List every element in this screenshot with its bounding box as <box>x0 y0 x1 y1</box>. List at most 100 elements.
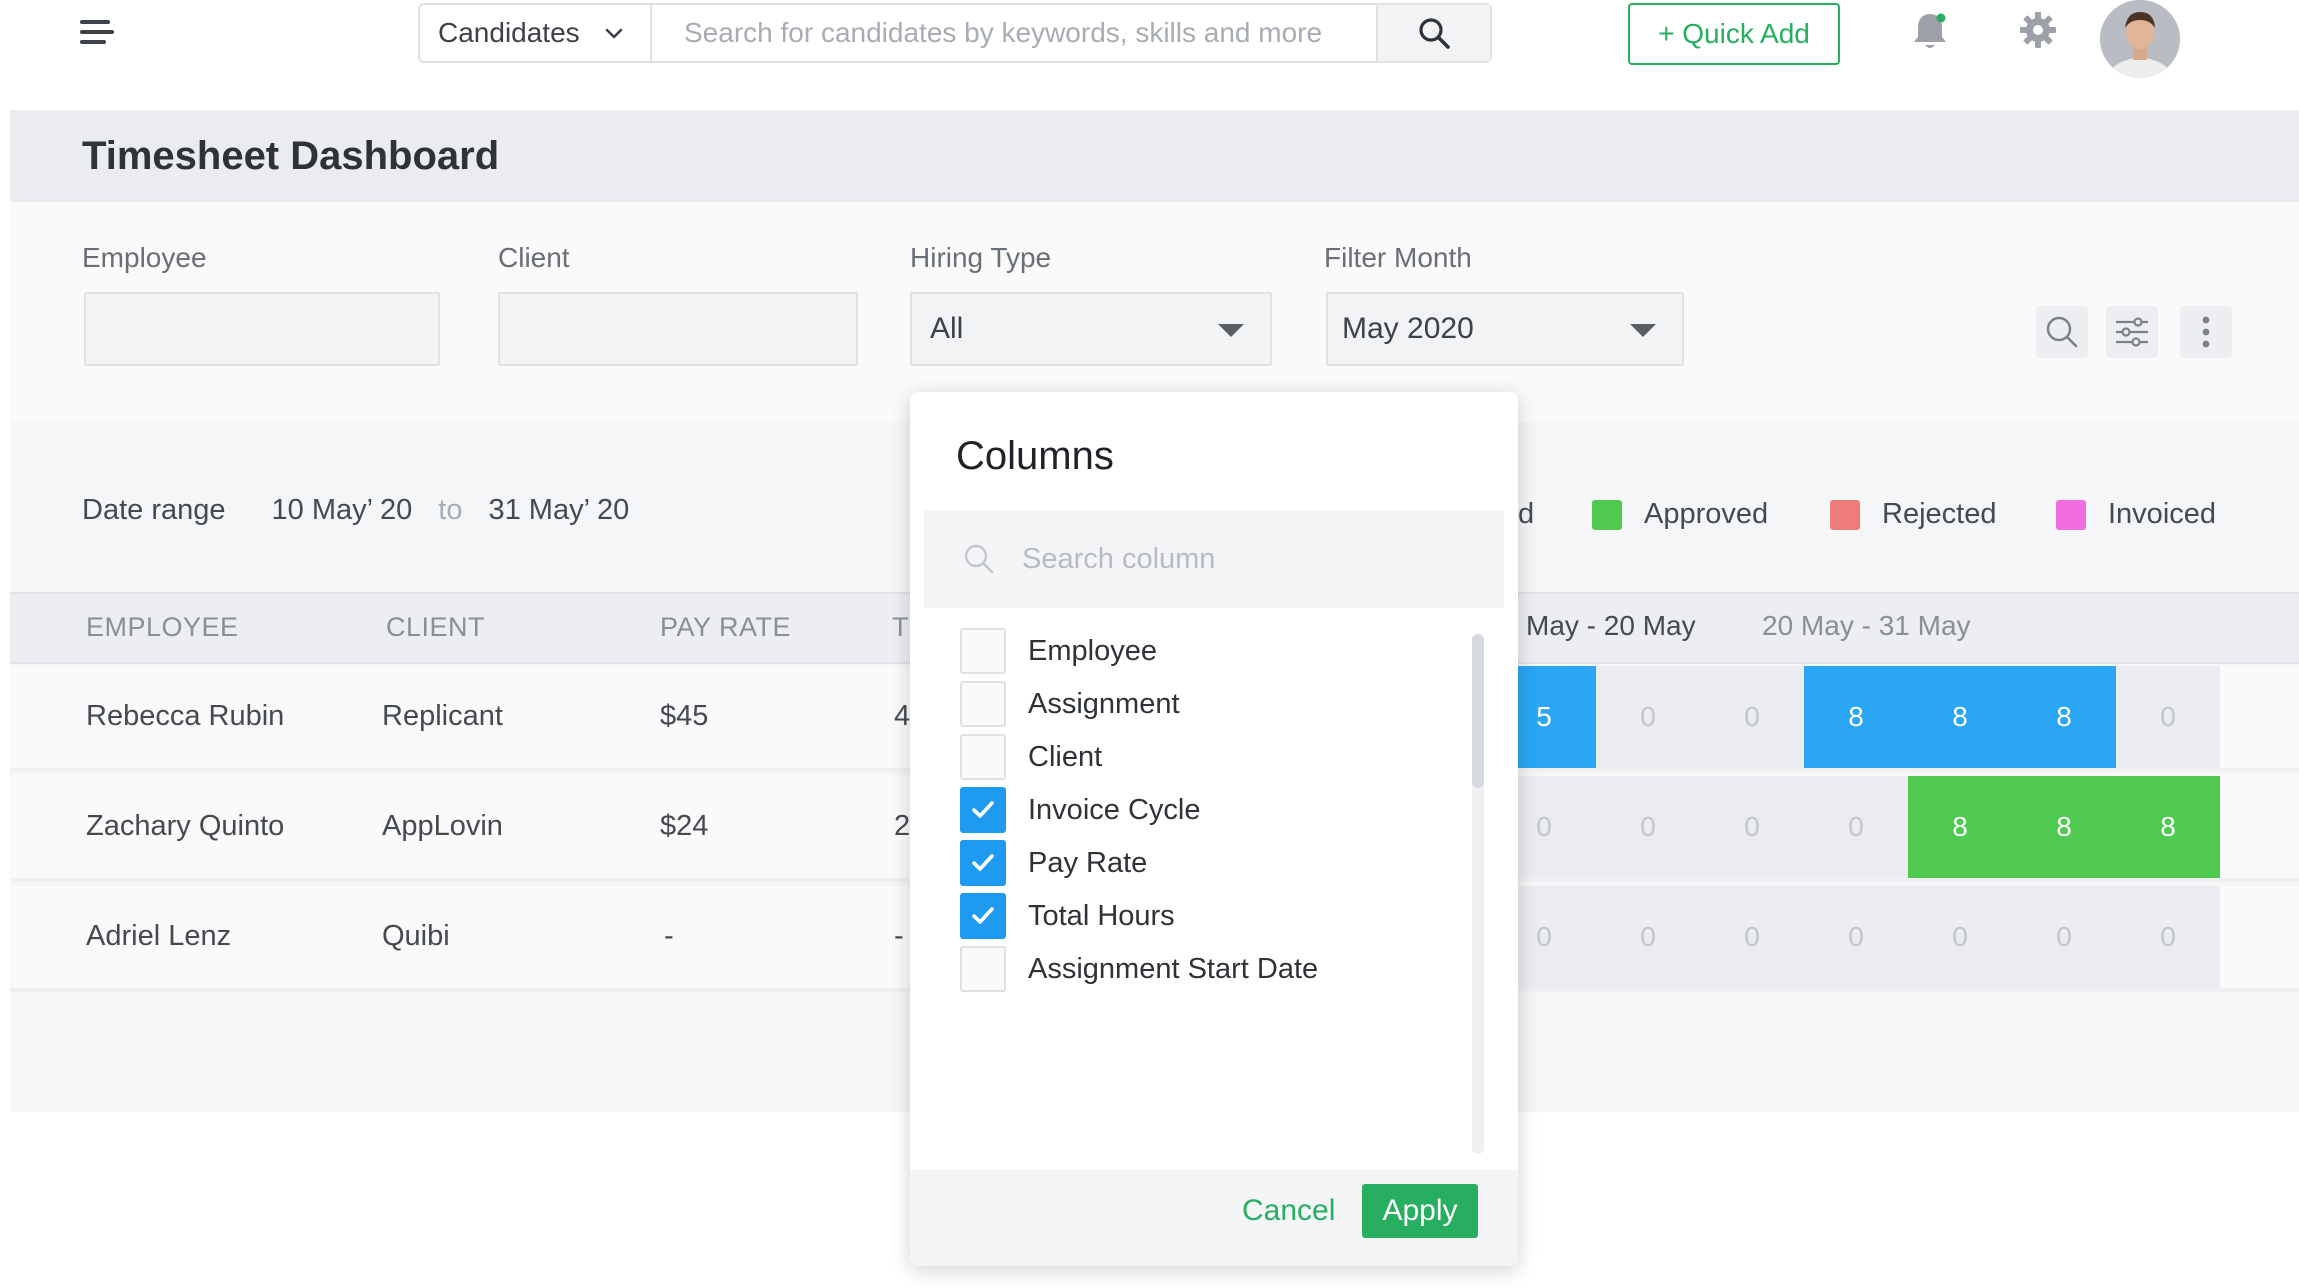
column-option-label: Total Hours <box>1028 899 1175 932</box>
column-option-invoice-cycle[interactable]: Invoice Cycle <box>960 785 1200 835</box>
filter-month-select[interactable]: May 2020 <box>1326 292 1684 366</box>
client-filter-label: Client <box>498 242 570 273</box>
scrollbar-thumb[interactable] <box>1472 634 1484 788</box>
checkbox[interactable] <box>960 734 1006 780</box>
legend-rejected: Rejected <box>1830 498 1996 531</box>
avatar-photo <box>2100 0 2180 78</box>
employee-filter-input[interactable] <box>84 292 440 366</box>
day-hours-cell[interactable]: 0 <box>2116 886 2220 988</box>
column-search-input[interactable] <box>1022 542 1462 576</box>
search-scope-label: Candidates <box>438 17 580 48</box>
day-hours-cell[interactable]: 0 <box>1596 666 1700 768</box>
checkbox[interactable] <box>960 681 1006 727</box>
legend-rejected-label: Rejected <box>1882 498 1997 530</box>
column-option-label: Assignment Start Date <box>1028 952 1319 985</box>
legend-approved: Approved <box>1592 498 1768 531</box>
search-button[interactable] <box>1376 5 1490 61</box>
legend-approved-swatch <box>1592 499 1622 530</box>
column-list-scrollbar[interactable] <box>1472 634 1484 1154</box>
filters-panel: Employee Client Hiring Type All Filter M… <box>10 202 2299 422</box>
settings-gear-icon[interactable] <box>2018 10 2058 50</box>
day-hours-cell[interactable]: 0 <box>1700 776 1804 878</box>
column-settings-button[interactable] <box>2106 306 2158 358</box>
day-hours-cell[interactable]: 8 <box>2012 666 2116 768</box>
column-option-label: Employee <box>1028 634 1157 667</box>
cancel-button[interactable]: Cancel <box>1242 1194 1335 1228</box>
day-hours-cell[interactable]: 0 <box>1804 886 1908 988</box>
page-title: Timesheet Dashboard <box>82 134 500 178</box>
search-scope-dropdown[interactable]: Candidates <box>420 5 652 61</box>
filter-month-label: Filter Month <box>1324 242 1472 273</box>
day-hours-cell[interactable]: 0 <box>1804 776 1908 878</box>
user-avatar[interactable] <box>2100 0 2180 78</box>
apply-button[interactable]: Apply <box>1362 1184 1478 1238</box>
column-options-list: Employee Assignment Client Invoice Cycle… <box>910 622 1518 1162</box>
checkbox-checked[interactable] <box>960 840 1006 886</box>
column-option-employee[interactable]: Employee <box>960 626 1157 676</box>
global-search: Candidates <box>418 3 1492 63</box>
checkbox-checked[interactable] <box>960 787 1006 833</box>
search-input[interactable] <box>652 5 1376 61</box>
row-employee: Zachary Quinto <box>86 810 285 842</box>
week-header-1: May - 20 May <box>1526 610 1696 641</box>
notifications-bell-icon[interactable] <box>1910 10 1950 54</box>
quick-add-button[interactable]: + Quick Add <box>1628 3 1840 65</box>
row-client: AppLovin <box>382 810 503 842</box>
row-employee: Rebecca Rubin <box>86 700 285 732</box>
column-option-total-hours[interactable]: Total Hours <box>960 891 1175 941</box>
date-range-from[interactable]: 10 May’ 20 <box>272 494 413 527</box>
day-hours-cell[interactable]: 0 <box>1908 886 2012 988</box>
row-pay-rate: $24 <box>660 810 709 842</box>
table-search-button[interactable] <box>2036 306 2088 358</box>
row-partial: - <box>894 920 904 952</box>
day-hours-cell[interactable]: 8 <box>1804 666 1908 768</box>
more-options-button[interactable] <box>2180 306 2232 358</box>
day-hours-cell[interactable]: 8 <box>1908 776 2012 878</box>
caret-down-icon <box>1218 324 1244 337</box>
employee-filter-label: Employee <box>82 242 207 273</box>
legend-invoiced-swatch <box>2056 499 2086 530</box>
checkmark-icon <box>972 907 994 924</box>
search-icon <box>1419 18 1450 49</box>
day-hours-cell[interactable]: 0 <box>1596 886 1700 988</box>
date-range-to[interactable]: 31 May’ 20 <box>488 494 629 527</box>
hiring-type-filter-label: Hiring Type <box>910 242 1052 273</box>
gear-icon <box>2020 12 2056 48</box>
date-range-to-word: to <box>438 494 463 526</box>
columns-popup-title: Columns <box>956 434 1114 478</box>
client-filter-input[interactable] <box>498 292 858 366</box>
checkmark-icon <box>972 801 994 818</box>
week-header-2: 20 May - 31 May <box>1762 610 1971 641</box>
columns-popup: Columns Employee Assignment Client Invoi… <box>910 392 1518 1266</box>
column-option-pay-rate[interactable]: Pay Rate <box>960 838 1147 888</box>
row-client: Quibi <box>382 920 450 952</box>
column-search <box>924 510 1504 608</box>
filter-month-value: May 2020 <box>1342 312 1474 345</box>
hamburger-menu-icon[interactable] <box>80 18 114 48</box>
day-hours-cell[interactable]: 8 <box>2116 776 2220 878</box>
search-icon <box>2046 316 2078 348</box>
day-hours-cell[interactable]: 0 <box>2012 886 2116 988</box>
checkbox-checked[interactable] <box>960 893 1006 939</box>
column-option-label: Pay Rate <box>1028 846 1148 879</box>
column-option-client[interactable]: Client <box>960 732 1102 782</box>
column-option-assignment[interactable]: Assignment <box>960 679 1180 729</box>
legend-approved-label: Approved <box>1644 498 1769 530</box>
hiring-type-value: All <box>930 312 964 345</box>
day-hours-cell[interactable]: 8 <box>1908 666 2012 768</box>
day-hours-cell[interactable]: 0 <box>1596 776 1700 878</box>
legend-partial-label: d <box>1518 498 1535 530</box>
day-hours-cell[interactable]: 0 <box>1700 886 1804 988</box>
kebab-menu-icon <box>2202 316 2210 348</box>
hiring-type-select[interactable]: All <box>910 292 1272 366</box>
day-hours-cell[interactable]: 0 <box>2116 666 2220 768</box>
column-header-employee[interactable]: EMPLOYEE <box>86 612 239 643</box>
checkbox[interactable] <box>960 628 1006 674</box>
day-hours-cell[interactable]: 8 <box>2012 776 2116 878</box>
column-header-partial[interactable]: T <box>892 612 909 643</box>
column-header-pay-rate[interactable]: PAY RATE <box>660 612 791 643</box>
day-hours-cell[interactable]: 0 <box>1700 666 1804 768</box>
checkbox[interactable] <box>960 946 1006 992</box>
column-header-client[interactable]: CLIENT <box>386 612 485 643</box>
column-option-assignment-start-date[interactable]: Assignment Start Date <box>960 944 1318 994</box>
